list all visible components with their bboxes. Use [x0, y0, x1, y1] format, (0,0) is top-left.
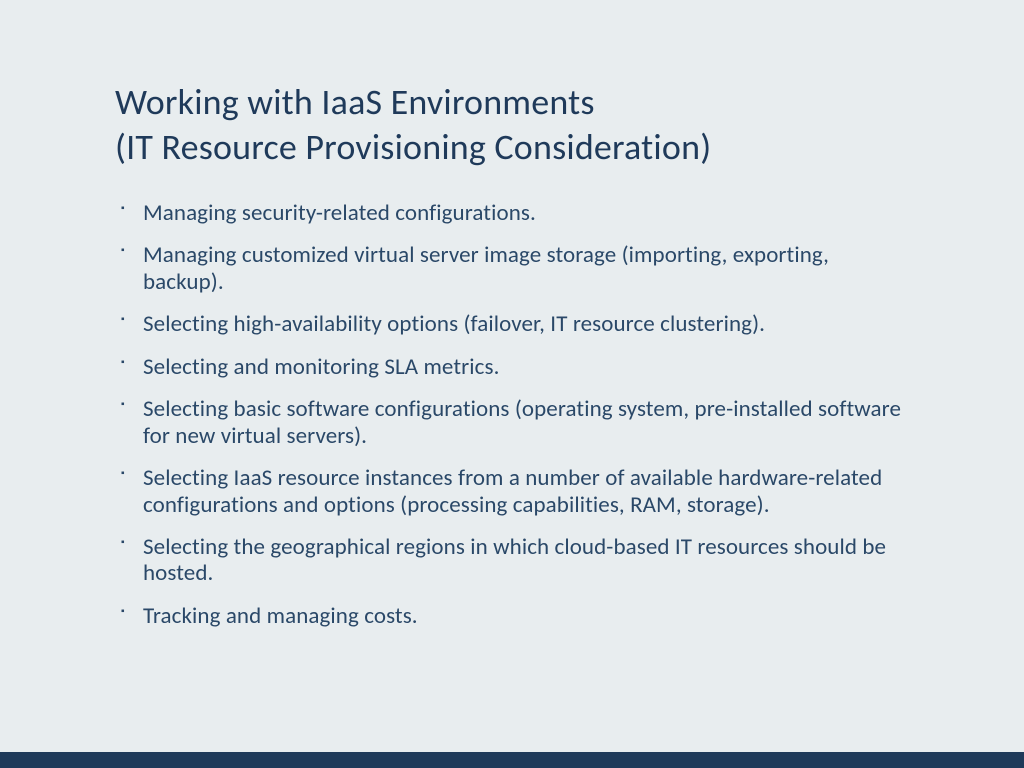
list-item: Tracking and managing costs.	[143, 603, 909, 629]
list-item: Managing customized virtual server image…	[143, 242, 909, 295]
list-item: Managing security-related configurations…	[143, 200, 909, 226]
list-item: Selecting IaaS resource instances from a…	[143, 465, 909, 518]
list-item: Selecting the geographical regions in wh…	[143, 534, 909, 587]
title-line-1: Working with IaaS Environments	[115, 80, 595, 124]
bullet-list: Managing security-related configurations…	[115, 200, 909, 629]
footer-bar	[0, 752, 1024, 768]
list-item: Selecting basic software configurations …	[143, 396, 909, 449]
slide-title: Working with IaaS Environments (IT Resou…	[115, 80, 909, 170]
title-line-2: (IT Resource Provisioning Consideration)	[115, 125, 711, 169]
slide-container: Working with IaaS Environments (IT Resou…	[0, 0, 1024, 768]
list-item: Selecting and monitoring SLA metrics.	[143, 354, 909, 380]
list-item: Selecting high-availability options (fai…	[143, 311, 909, 337]
